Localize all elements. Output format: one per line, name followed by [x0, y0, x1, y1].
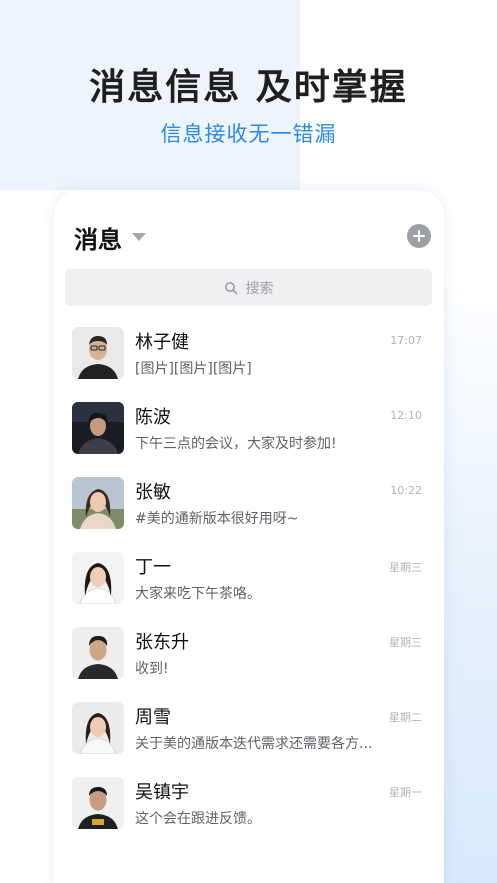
message-time: 星期二 — [389, 711, 422, 724]
contact-name: 张敏 — [135, 482, 171, 503]
avatar — [72, 552, 124, 604]
avatar — [72, 627, 124, 679]
message-preview: 关于美的通版本迭代需求还需要各方... — [135, 736, 373, 752]
avatar — [72, 327, 124, 379]
contact-name: 陈波 — [135, 407, 171, 428]
contact-name: 林子健 — [135, 332, 189, 353]
search-placeholder: 搜索 — [245, 280, 274, 297]
conversation-list: 林子健 [图片][图片][图片] 17:07 陈波 下午三点的会议，大家及时参加… — [54, 321, 444, 846]
message-preview: 大家来吃下午茶咯。 — [135, 586, 261, 602]
conversation-item[interactable]: 张敏 #美的通新版本很好用呀~ 10:22 — [54, 471, 444, 546]
contact-name: 吴镇宇 — [135, 782, 189, 803]
app-header[interactable]: 消息 — [74, 220, 146, 254]
message-preview: #美的通新版本很好用呀~ — [135, 511, 299, 527]
contact-name: 张东升 — [135, 632, 189, 653]
promo-subline: 信息接收无一错漏 — [160, 122, 337, 146]
conversation-item[interactable]: 陈波 下午三点的会议，大家及时参加! 12:10 — [54, 396, 444, 471]
message-preview: [图片][图片][图片] — [135, 361, 252, 377]
conversation-item[interactable]: 周雪 关于美的通版本迭代需求还需要各方... 星期二 — [54, 696, 444, 771]
conversation-item[interactable]: 丁一 大家来吃下午茶咯。 星期三 — [54, 546, 444, 621]
contact-name: 周雪 — [135, 707, 171, 728]
message-preview: 下午三点的会议，大家及时参加! — [135, 436, 337, 452]
conversation-item[interactable]: 吴镇宇 这个会在跟进反馈。 星期一 — [54, 771, 444, 846]
phone-screen: 消息 搜索 林子健 [图片][图片][图片] 17:07 陈波 下午三点的会议，… — [54, 190, 444, 883]
avatar — [72, 477, 124, 529]
avatar — [72, 702, 124, 754]
message-time: 10:22 — [390, 484, 422, 497]
search-icon — [224, 281, 237, 294]
avatar — [72, 402, 124, 454]
message-time: 12:10 — [390, 409, 422, 422]
message-time: 17:07 — [390, 334, 422, 347]
avatar — [72, 777, 124, 829]
search-input[interactable]: 搜索 — [65, 269, 432, 306]
conversation-item[interactable]: 林子健 [图片][图片][图片] 17:07 — [54, 321, 444, 396]
message-time: 星期一 — [389, 786, 422, 799]
chevron-down-icon[interactable] — [132, 233, 146, 241]
message-preview: 这个会在跟进反馈。 — [135, 811, 261, 827]
message-time: 星期三 — [389, 561, 422, 574]
message-time: 星期三 — [389, 636, 422, 649]
promo-headline: 消息信息 及时掌握 — [89, 67, 408, 108]
conversation-item[interactable]: 张东升 收到! 星期三 — [54, 621, 444, 696]
add-icon[interactable] — [407, 224, 431, 248]
contact-name: 丁一 — [135, 557, 171, 578]
message-preview: 收到! — [135, 661, 169, 677]
page-title: 消息 — [74, 225, 122, 254]
